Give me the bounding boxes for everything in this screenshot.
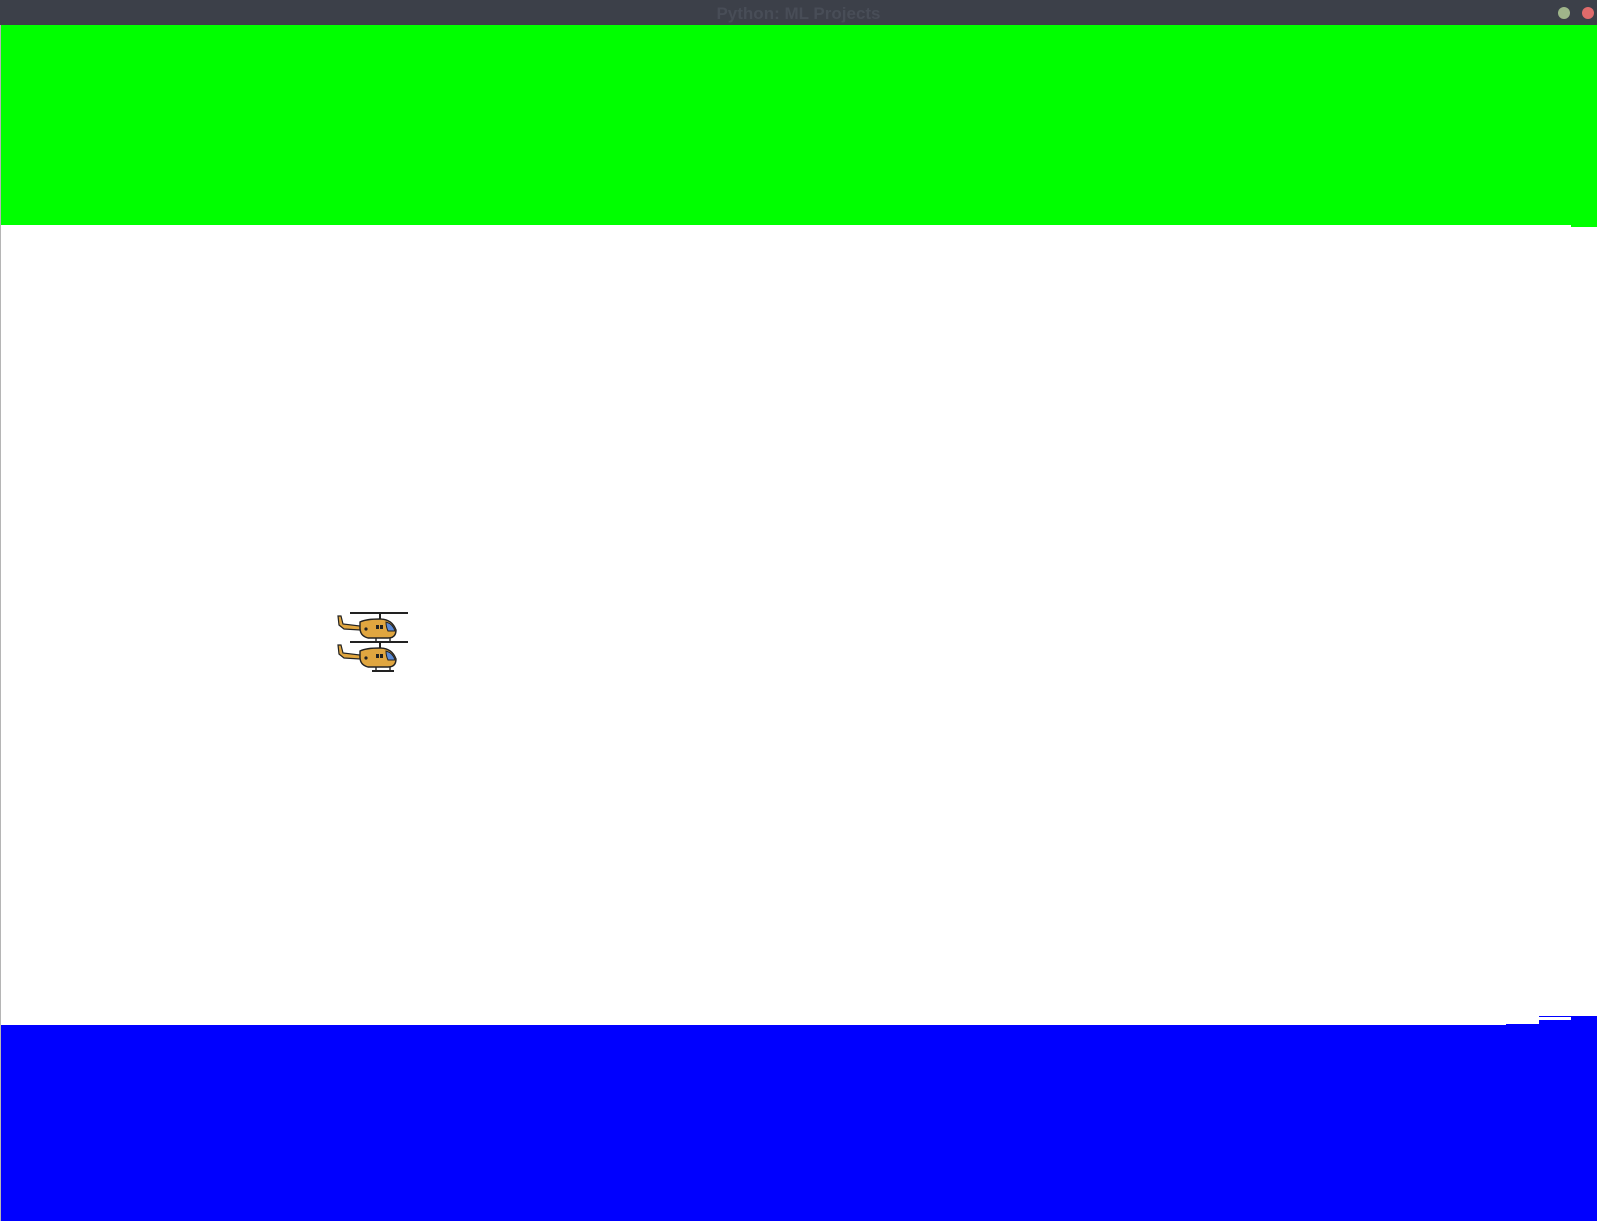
top-wall xyxy=(1,25,1597,225)
title-bar[interactable]: Python: ML Projects xyxy=(0,0,1597,25)
wall-gap xyxy=(1539,1017,1571,1020)
helicopter-icon xyxy=(336,639,416,675)
bottom-wall-step xyxy=(1506,1024,1597,1032)
top-wall-edge xyxy=(1571,225,1597,227)
bottom-wall xyxy=(1,1025,1597,1221)
helicopter-icon xyxy=(337,641,408,672)
window-title: Python: ML Projects xyxy=(716,4,881,23)
wall-gap xyxy=(1506,1017,1539,1024)
close-button[interactable] xyxy=(1582,7,1594,19)
game-canvas[interactable] xyxy=(0,25,1597,1221)
minimize-button[interactable] xyxy=(1558,7,1570,19)
game-window: Python: ML Projects xyxy=(0,0,1597,1221)
